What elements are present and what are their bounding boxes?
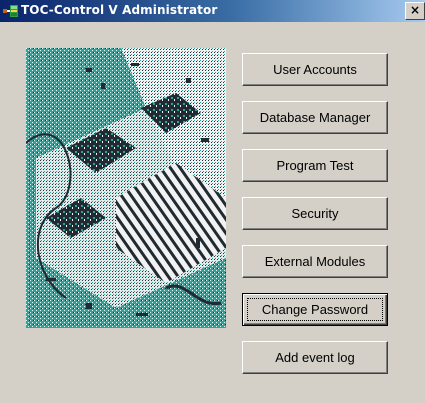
security-button[interactable]: Security [242, 197, 388, 230]
add-event-log-button[interactable]: Add event log [242, 341, 388, 374]
close-button[interactable]: × [405, 2, 425, 20]
program-test-button[interactable]: Program Test [242, 149, 388, 182]
title-bar[interactable]: TOC-Control V Administrator × [0, 0, 425, 22]
circuit-board-illustration [26, 48, 226, 328]
change-password-label: Change Password [261, 302, 369, 317]
network-app-icon[interactable] [3, 3, 19, 19]
close-icon: × [409, 3, 421, 17]
user-accounts-button[interactable]: User Accounts [242, 53, 388, 86]
database-manager-button[interactable]: Database Manager [242, 101, 388, 134]
window-title: TOC-Control V Administrator [21, 3, 218, 17]
external-modules-button[interactable]: External Modules [242, 245, 388, 278]
admin-window: TOC-Control V Administrator × User Accou… [0, 0, 425, 403]
change-password-button[interactable]: Change Password [242, 293, 388, 326]
